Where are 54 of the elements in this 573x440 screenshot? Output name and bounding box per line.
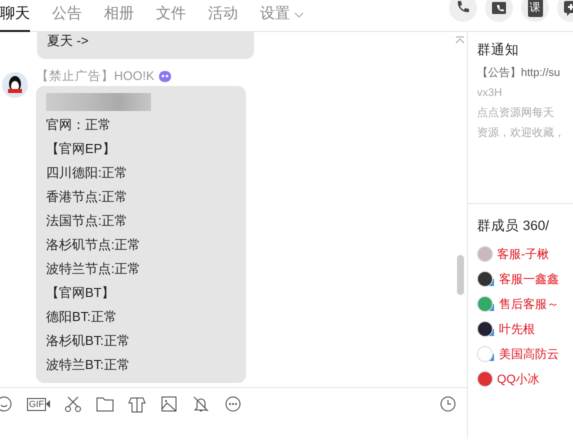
message-text: 德阳BT:正常: [46, 308, 118, 326]
avatar-circle: [477, 296, 493, 312]
message-text: 【官网EP】: [46, 140, 116, 158]
message-text: 洛杉矶节点:正常: [46, 236, 142, 254]
image-icon[interactable]: [160, 395, 178, 413]
member-name: 客服-子楸: [497, 246, 549, 263]
notice-text: 点点资源网每天: [477, 106, 555, 121]
message-text: 【官网BT】: [46, 284, 116, 302]
message-text: 法国节点:正常: [46, 212, 129, 230]
notice-title: 群通知: [477, 41, 520, 59]
member-item[interactable]: 客服-子楸: [477, 241, 573, 266]
bell-off-icon[interactable]: [192, 395, 210, 413]
shirt-icon[interactable]: [128, 395, 146, 413]
notice-text: 【公告】http://su: [477, 66, 562, 81]
member-item[interactable]: 售后客服～: [477, 291, 573, 316]
more-icon[interactable]: [224, 395, 242, 413]
tab[interactable]: 活动: [208, 0, 238, 32]
history-clock-icon[interactable]: [439, 395, 457, 413]
avatar-circle: [477, 346, 493, 362]
message-text: 夏天 ->: [47, 32, 90, 50]
message-text: 波特兰节点:正常: [46, 260, 142, 278]
member-item[interactable]: 客服一鑫鑫: [477, 266, 573, 292]
tab[interactable]: 文件: [156, 0, 186, 32]
member-name: 客服一鑫鑫: [499, 270, 559, 288]
tab[interactable]: 相册: [104, 0, 134, 32]
notice-text: vx3H: [477, 86, 504, 101]
avatar-circle: [477, 270, 493, 287]
message-text: 香港节点:正常: [46, 188, 129, 206]
tab[interactable]: 聊天: [0, 0, 30, 32]
message-text: 四川德阳:正常: [46, 164, 129, 182]
emoji-icon[interactable]: [0, 395, 13, 413]
member-name: 售后客服～: [499, 296, 559, 313]
member-item[interactable]: QQ小冰: [477, 366, 573, 392]
sender-name: 【禁止广告】HOO!K: [36, 68, 154, 85]
member-name: 美国高防云: [499, 346, 559, 363]
members-title: 群成员 360/: [477, 217, 550, 235]
tab[interactable]: 设置: [260, 0, 304, 32]
robot-badge-icon: [158, 70, 172, 83]
member-name: 叶先根: [499, 320, 535, 338]
avatar-circle: [477, 320, 493, 337]
folder-icon[interactable]: [96, 395, 114, 413]
scrollbar-thumb[interactable]: [457, 255, 464, 295]
message-text: 波特兰BT:正常: [46, 356, 131, 374]
scissors-icon[interactable]: [64, 395, 82, 413]
avatar-circle: [2, 72, 28, 98]
course-button[interactable]: 课: [521, 0, 549, 22]
phone-icon[interactable]: [449, 0, 477, 22]
tab[interactable]: 公告: [52, 0, 82, 32]
member-item[interactable]: 美国高防云: [477, 341, 573, 366]
notice-text: 资源，欢迎收藏，: [477, 126, 566, 141]
message-text: 官网：正常: [46, 116, 112, 134]
member-item[interactable]: 叶先根: [477, 316, 573, 342]
member-name: QQ小冰: [497, 370, 540, 388]
message-text: 洛杉矶BT:正常: [46, 332, 131, 350]
